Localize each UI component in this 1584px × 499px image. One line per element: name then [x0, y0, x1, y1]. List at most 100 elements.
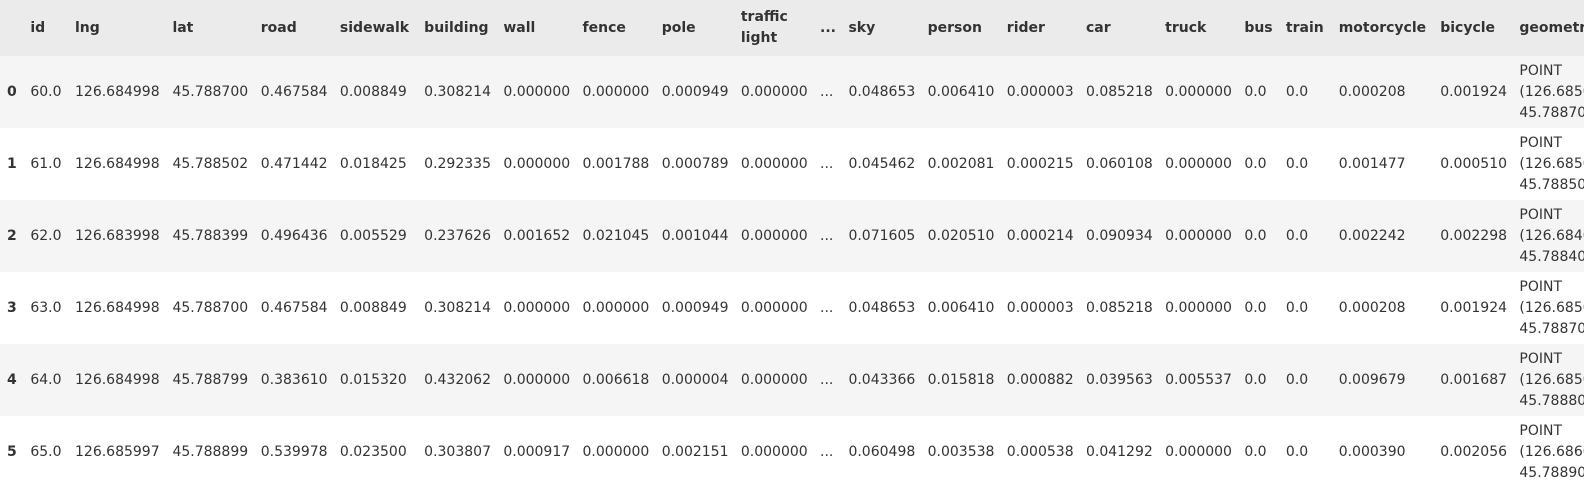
cell-sidewalk: 0.023500	[339, 444, 407, 460]
cell-road: 0.496436	[260, 228, 328, 244]
cell-truck: 0.000000	[1165, 228, 1232, 244]
table-row: 2 62.0 126.683998 45.788399 0.496436 0.005529…	[0, 200, 1584, 272]
cell-train: 0.0	[1285, 300, 1309, 316]
cell-rider: 0.000214	[1006, 228, 1074, 244]
column-header-ellipsis: ...	[820, 19, 836, 36]
cell-person: 0.006410	[927, 84, 995, 100]
cell-sidewalk: 0.005529	[339, 228, 407, 244]
cell-pole: 0.000789	[661, 156, 729, 172]
cell-sidewalk: 0.018425	[339, 156, 407, 172]
cell-traffic-light: 0.000000	[740, 84, 808, 100]
cell-bicycle: 0.002298	[1440, 228, 1508, 244]
cell-pole: 0.001044	[661, 228, 729, 244]
cell-id: 62.0	[30, 228, 62, 244]
cell-geometry: POINT (126.6840 45.78840	[1512, 200, 1584, 272]
cell-traffic-light: 0.000000	[740, 372, 808, 388]
cell-fence: 0.021045	[582, 228, 650, 244]
row-index: 2	[7, 228, 17, 244]
geometry-line: (126.6850	[1519, 371, 1584, 388]
column-header-motorcycle: motorcycle	[1338, 19, 1427, 36]
cell-building: 0.432062	[424, 372, 491, 388]
cell-geometry: POINT (126.6850 45.78870	[1512, 56, 1584, 128]
cell-rider: 0.000538	[1006, 444, 1074, 460]
cell-pole: 0.000004	[661, 372, 729, 388]
column-header-geometry: geometry	[1519, 19, 1584, 36]
cell-road: 0.467584	[260, 84, 328, 100]
cell-train: 0.0	[1285, 156, 1309, 172]
cell-traffic-light: 0.000000	[740, 156, 808, 172]
cell-ellipsis: ...	[820, 372, 834, 388]
column-header-bus: bus	[1244, 19, 1273, 36]
cell-wall: 0.000000	[503, 84, 571, 100]
geometry-line: (126.6840	[1519, 227, 1584, 244]
cell-car: 0.039563	[1085, 372, 1153, 388]
geometry-line: POINT	[1519, 62, 1562, 79]
cell-wall: 0.000000	[503, 156, 571, 172]
cell-rider: 0.000882	[1006, 372, 1074, 388]
row-index: 3	[7, 300, 17, 316]
cell-sidewalk: 0.015320	[339, 372, 407, 388]
cell-sky: 0.048653	[848, 84, 916, 100]
column-header-pole: pole	[661, 19, 696, 36]
cell-pole: 0.000949	[661, 84, 729, 100]
cell-fence: 0.000000	[582, 300, 650, 316]
cell-id: 60.0	[30, 84, 62, 100]
table-row: 5 65.0 126.685997 45.788899 0.539978 0.023500…	[0, 416, 1584, 488]
cell-train: 0.0	[1285, 372, 1309, 388]
row-index: 1	[7, 156, 17, 172]
cell-road: 0.383610	[260, 372, 328, 388]
cell-sky: 0.043366	[848, 372, 916, 388]
geometry-line: 45.78870	[1519, 104, 1584, 121]
cell-lat: 45.788502	[172, 156, 249, 172]
row-index: 0	[7, 84, 17, 100]
column-header-train: train	[1285, 19, 1324, 36]
cell-person: 0.015818	[927, 372, 995, 388]
header-row: id lng lat road sidewalk building wall f…	[0, 0, 1584, 56]
cell-sky: 0.048653	[848, 300, 916, 316]
column-header-bicycle: bicycle	[1440, 19, 1496, 36]
cell-sidewalk: 0.008849	[339, 84, 407, 100]
cell-rider: 0.000215	[1006, 156, 1074, 172]
geometry-line: POINT	[1519, 206, 1562, 223]
cell-train: 0.0	[1285, 444, 1309, 460]
cell-lng: 126.684998	[75, 156, 160, 172]
geometry-line: POINT	[1519, 350, 1562, 367]
cell-fence: 0.000000	[582, 84, 650, 100]
cell-lat: 45.788799	[172, 372, 249, 388]
cell-motorcycle: 0.000208	[1338, 84, 1406, 100]
cell-bicycle: 0.001924	[1440, 84, 1508, 100]
cell-lng: 126.684998	[75, 372, 160, 388]
cell-fence: 0.006618	[582, 372, 650, 388]
cell-sky: 0.045462	[848, 156, 916, 172]
cell-road: 0.471442	[260, 156, 328, 172]
dataframe-output: id lng lat road sidewalk building wall f…	[0, 0, 1584, 499]
cell-car: 0.060108	[1085, 156, 1153, 172]
cell-sky: 0.071605	[848, 228, 916, 244]
cell-motorcycle: 0.009679	[1338, 372, 1406, 388]
geometry-line: POINT	[1519, 422, 1562, 439]
cell-wall: 0.000917	[503, 444, 571, 460]
cell-sky: 0.060498	[848, 444, 916, 460]
geometry-line: 45.78880	[1519, 392, 1584, 409]
cell-lat: 45.788700	[172, 300, 249, 316]
cell-person: 0.020510	[927, 228, 995, 244]
cell-motorcycle: 0.000208	[1338, 300, 1406, 316]
column-header-lat: lat	[172, 19, 194, 36]
cell-lng: 126.683998	[75, 228, 160, 244]
cell-sidewalk: 0.008849	[339, 300, 407, 316]
table-header: id lng lat road sidewalk building wall f…	[0, 0, 1584, 56]
cell-truck: 0.000000	[1165, 300, 1232, 316]
column-header-id: id	[30, 19, 46, 36]
column-header-road: road	[260, 19, 297, 36]
cell-person: 0.003538	[927, 444, 995, 460]
cell-fence: 0.001788	[582, 156, 650, 172]
column-header-car: car	[1085, 19, 1111, 36]
table-body: 0 60.0 126.684998 45.788700 0.467584 0.008849…	[0, 56, 1584, 488]
cell-road: 0.467584	[260, 300, 328, 316]
cell-bus: 0.0	[1244, 372, 1267, 388]
row-index: 5	[7, 444, 17, 460]
cell-ellipsis: ...	[820, 300, 834, 316]
cell-building: 0.308214	[424, 84, 491, 100]
cell-bicycle: 0.001924	[1440, 300, 1508, 316]
cell-train: 0.0	[1285, 228, 1309, 244]
